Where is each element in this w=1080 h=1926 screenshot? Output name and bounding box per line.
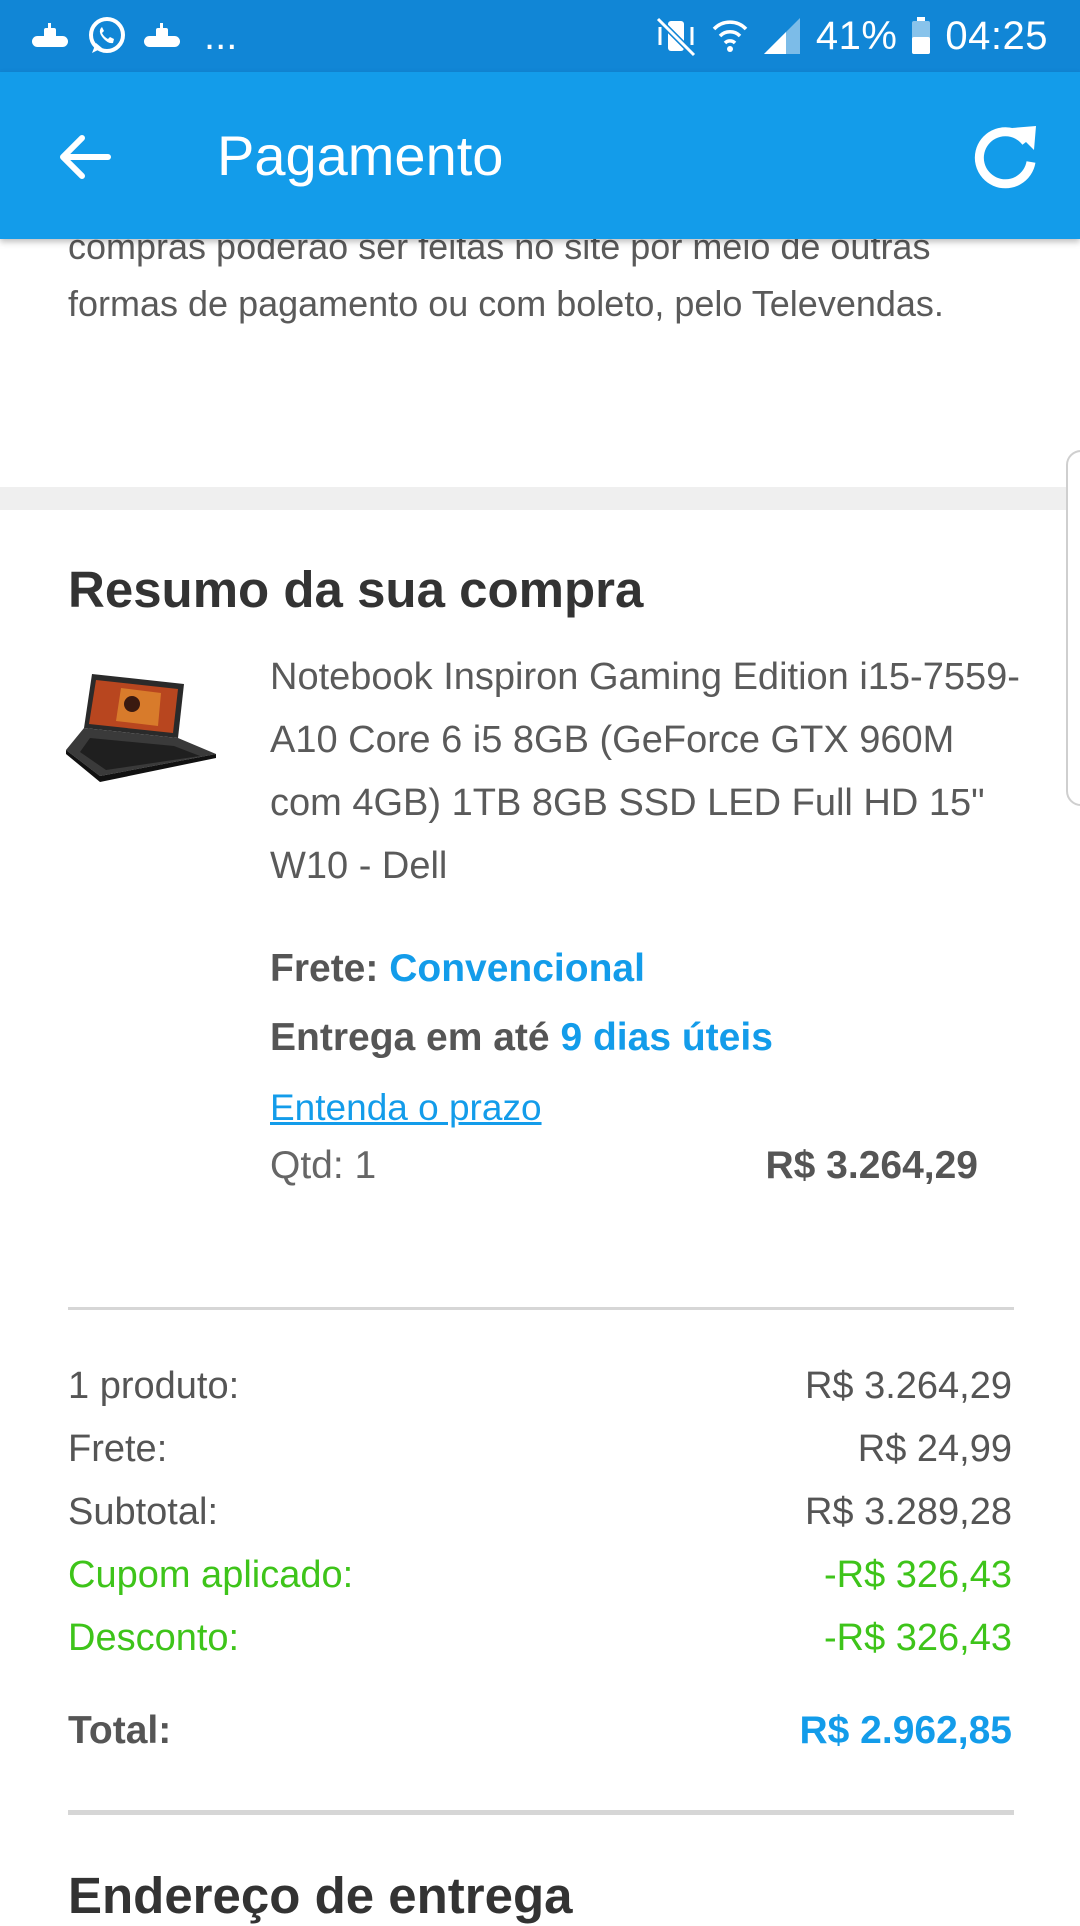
delivery-value: 9 dias úteis <box>560 1016 773 1059</box>
product-image[interactable] <box>66 666 221 784</box>
refresh-button[interactable] <box>968 118 1044 194</box>
row-value: R$ 3.264,29 <box>804 1365 1012 1407</box>
product-price: R$ 3.264,29 <box>765 1144 978 1187</box>
refresh-icon <box>974 126 1036 189</box>
laptop-image <box>66 674 216 782</box>
shipping-method: Frete: Convencional <box>270 945 645 993</box>
row-label: 1 produto: <box>68 1365 240 1407</box>
summary-row-subtotal: Subtotal: R$ 3.289,28 <box>68 1488 1012 1536</box>
back-button[interactable] <box>50 122 120 192</box>
clock: 04:25 <box>945 13 1048 58</box>
arrow-left-icon <box>60 135 111 179</box>
total-value: R$ 2.962,85 <box>799 1709 1012 1752</box>
section-separator <box>0 487 1080 510</box>
row-value: R$ 24,99 <box>857 1428 1012 1470</box>
row-label: Cupom aplicado: <box>68 1554 354 1596</box>
system-icons: 41% 04:25 <box>654 14 1048 59</box>
app-bar: Pagamento <box>0 72 1080 239</box>
product-name: Notebook Inspiron Gaming Edition i15-755… <box>270 656 1020 887</box>
battery-percent: 41% <box>815 13 898 58</box>
delivery-estimate: Entrega em até 9 dias úteis <box>270 1014 773 1062</box>
row-value: -R$ 326,43 <box>823 1554 1012 1596</box>
more-notifications-indicator: ... <box>204 14 238 58</box>
shipping-label: Frete: <box>270 947 379 990</box>
product-quantity: Qtd: 1 <box>270 1144 377 1187</box>
shipping-value: Convencional <box>389 947 645 990</box>
summary-row-coupon: Cupom aplicado: -R$ 326,43 <box>68 1551 1012 1599</box>
summary-row-total: Total: R$ 2.962,85 <box>68 1707 1012 1755</box>
battery-icon <box>912 17 931 54</box>
notification-icons: ... <box>30 15 237 57</box>
wifi-icon <box>712 20 748 52</box>
summary-row-products: 1 produto: R$ 3.264,29 <box>68 1362 1012 1410</box>
divider <box>68 1810 1014 1815</box>
divider <box>68 1307 1014 1310</box>
row-label: Frete: <box>68 1428 168 1470</box>
row-value: R$ 3.289,28 <box>804 1491 1012 1533</box>
summary-title: Resumo da sua compra <box>68 561 644 618</box>
summary-row-shipping: Frete: R$ 24,99 <box>68 1425 1012 1473</box>
vibrate-mute-icon <box>655 16 696 57</box>
page-title: Pagamento <box>217 124 504 187</box>
row-label: Desconto: <box>68 1617 240 1659</box>
whatsapp-icon <box>89 17 125 53</box>
row-value: -R$ 326,43 <box>823 1617 1012 1659</box>
row-label: Subtotal: <box>68 1491 218 1533</box>
signal-icon <box>763 18 800 54</box>
status-bar: ... 41% 04:25 <box>0 0 1080 72</box>
submarine-icon <box>144 23 180 47</box>
address-section-title: Endereço de entrega <box>68 1867 573 1924</box>
total-label: Total: <box>68 1709 172 1752</box>
scroll-handle[interactable] <box>1066 450 1080 806</box>
delivery-terms-link[interactable]: Entenda o prazo <box>270 1084 542 1132</box>
summary-row-discount: Desconto: -R$ 326,43 <box>68 1614 1012 1662</box>
submarine-icon <box>32 23 68 47</box>
delivery-label: Entrega em até <box>270 1016 550 1059</box>
